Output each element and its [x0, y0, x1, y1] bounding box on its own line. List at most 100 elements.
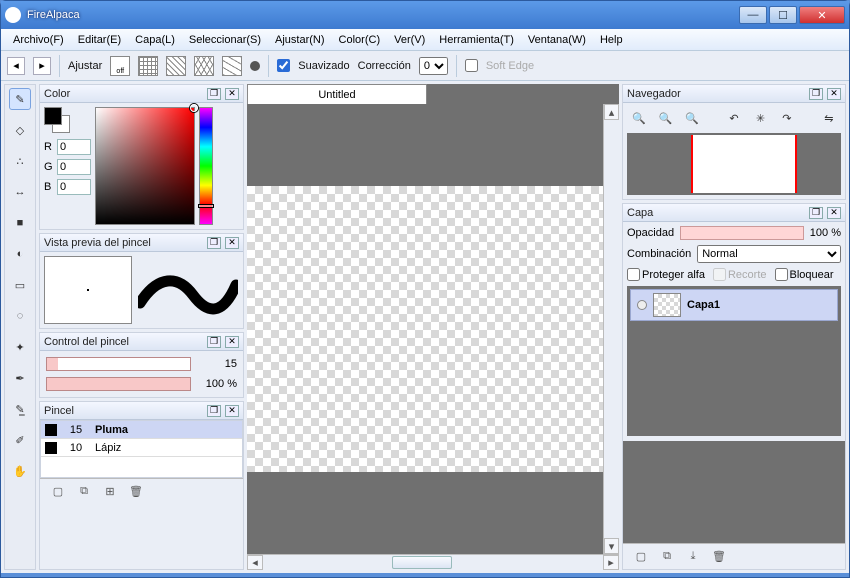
- tool-eraser[interactable]: ◇: [9, 119, 31, 141]
- layer-visibility-icon[interactable]: [637, 300, 647, 310]
- minimize-button[interactable]: —: [739, 6, 767, 24]
- canvas[interactable]: [247, 104, 603, 554]
- panel-bp-undock[interactable]: ❐: [207, 237, 221, 249]
- brush-opacity-slider[interactable]: [46, 377, 191, 391]
- brush-row[interactable]: 15 Pluma: [41, 421, 242, 439]
- color-field[interactable]: [95, 107, 195, 225]
- menu-view[interactable]: Ver(V): [388, 32, 431, 48]
- tool-select-rect[interactable]: ▭: [9, 274, 31, 296]
- menu-layer[interactable]: Capa(L): [129, 32, 181, 48]
- zoom-out-icon[interactable]: 🔍: [657, 109, 673, 127]
- rotate-reset-icon[interactable]: ✳: [752, 109, 768, 127]
- panel-bl-close[interactable]: ✕: [225, 405, 239, 417]
- menu-file[interactable]: Archivo(F): [7, 32, 70, 48]
- toolstrip: ✎ ◇ ∴ ↔ ■ ◐ ▭ ◌ ✦ ✒ ✎̲ ✐ ✋: [4, 84, 36, 570]
- panel-bc-undock[interactable]: ❐: [207, 336, 221, 348]
- snap-radial[interactable]: [222, 56, 242, 76]
- layer-dup-icon[interactable]: ⧉: [659, 549, 675, 565]
- fgbg-swatch[interactable]: [44, 107, 72, 133]
- rotate-ccw-icon[interactable]: ↶: [726, 109, 742, 127]
- snap-grid[interactable]: [138, 56, 158, 76]
- hscroll-thumb[interactable]: [392, 556, 452, 569]
- brush-size-slider[interactable]: [46, 357, 191, 371]
- layer-merge-icon[interactable]: ⤓: [685, 549, 701, 565]
- menu-adjust[interactable]: Ajustar(N): [269, 32, 331, 48]
- panel-bp-close[interactable]: ✕: [225, 237, 239, 249]
- tool-wand[interactable]: ✦: [9, 336, 31, 358]
- blend-select[interactable]: Normal: [697, 245, 841, 263]
- layer-delete-icon[interactable]: 🗑: [711, 549, 727, 565]
- brush-delete-icon[interactable]: 🗑: [128, 484, 144, 500]
- panel-brush-control-title: Control del pincel: [44, 336, 203, 348]
- brush-add-icon[interactable]: ⊞: [102, 484, 118, 500]
- vertical-scrollbar[interactable]: ▴ ▾: [603, 104, 619, 554]
- brush-dup-icon[interactable]: ⧉: [76, 484, 92, 500]
- brush-row[interactable]: 10 Lápiz: [41, 439, 242, 457]
- blend-label: Combinación: [627, 248, 691, 260]
- scroll-right-icon[interactable]: ▸: [603, 555, 619, 570]
- tool-brush[interactable]: ✎: [9, 88, 31, 110]
- tool-shape[interactable]: ✎̲: [9, 398, 31, 420]
- prev-button[interactable]: ◂: [7, 57, 25, 75]
- r-input[interactable]: [57, 139, 91, 155]
- menu-window[interactable]: Ventana(W): [522, 32, 592, 48]
- panel-nav-undock[interactable]: ❐: [809, 88, 823, 100]
- b-input[interactable]: [57, 179, 91, 195]
- panel-color-close[interactable]: ✕: [225, 88, 239, 100]
- window-title: FireAlpaca: [27, 9, 739, 21]
- scroll-down-icon[interactable]: ▾: [604, 538, 619, 554]
- tool-select-lasso[interactable]: ◌: [9, 305, 31, 327]
- panel-color-undock[interactable]: ❐: [207, 88, 221, 100]
- tool-gradient[interactable]: ◐: [9, 243, 31, 265]
- layer-list[interactable]: Capa1: [627, 286, 841, 436]
- hue-slider[interactable]: [199, 107, 213, 225]
- menu-color[interactable]: Color(C): [333, 32, 387, 48]
- tool-move[interactable]: ↔: [9, 181, 31, 203]
- menu-edit[interactable]: Editar(E): [72, 32, 127, 48]
- zoom-in-icon[interactable]: 🔍: [631, 109, 647, 127]
- next-button[interactable]: ▸: [33, 57, 51, 75]
- tool-pen[interactable]: ✒: [9, 367, 31, 389]
- tool-fill[interactable]: ■: [9, 212, 31, 234]
- snap-off[interactable]: off: [110, 56, 130, 76]
- tool-hand[interactable]: ✋: [9, 460, 31, 482]
- horizontal-scrollbar[interactable]: ◂ ▸: [247, 554, 619, 570]
- panel-layer-undock[interactable]: ❐: [809, 207, 823, 219]
- close-button[interactable]: ✕: [799, 6, 845, 24]
- snap-diag[interactable]: [166, 56, 186, 76]
- lock-checkbox[interactable]: Bloquear: [775, 268, 834, 281]
- snap-dot[interactable]: [250, 61, 260, 71]
- fg-color[interactable]: [44, 107, 62, 125]
- zoom-fit-icon[interactable]: 🔍: [684, 109, 700, 127]
- layer-item[interactable]: Capa1: [630, 289, 838, 321]
- g-input[interactable]: [57, 159, 91, 175]
- panel-bl-undock[interactable]: ❐: [207, 405, 221, 417]
- document-tab-title: Untitled: [318, 89, 355, 101]
- scroll-up-icon[interactable]: ▴: [604, 104, 619, 120]
- tool-dots[interactable]: ∴: [9, 150, 31, 172]
- menu-tool[interactable]: Herramienta(T): [433, 32, 520, 48]
- layer-thumb: [653, 293, 681, 317]
- rotate-cw-icon[interactable]: ↷: [779, 109, 795, 127]
- clip-checkbox[interactable]: Recorte: [713, 268, 767, 281]
- document-tab[interactable]: Untitled: [247, 84, 427, 104]
- panel-bc-close[interactable]: ✕: [225, 336, 239, 348]
- scroll-left-icon[interactable]: ◂: [247, 555, 263, 570]
- brush-list[interactable]: 15 Pluma 10 Lápiz: [40, 420, 243, 478]
- smoothing-checkbox[interactable]: [277, 59, 290, 72]
- panel-nav-close[interactable]: ✕: [827, 88, 841, 100]
- snap-iso[interactable]: [194, 56, 214, 76]
- navigator-preview[interactable]: [627, 133, 841, 195]
- menu-select[interactable]: Seleccionar(S): [183, 32, 267, 48]
- correction-select[interactable]: 0: [419, 57, 448, 75]
- panel-layer-close[interactable]: ✕: [827, 207, 841, 219]
- softedge-checkbox[interactable]: [465, 59, 478, 72]
- tool-eyedropper[interactable]: ✐: [9, 429, 31, 451]
- layer-new-icon[interactable]: ▢: [633, 549, 649, 565]
- protect-alpha-checkbox[interactable]: Proteger alfa: [627, 268, 705, 281]
- menu-help[interactable]: Help: [594, 32, 629, 48]
- flip-icon[interactable]: ⇋: [821, 109, 837, 127]
- maximize-button[interactable]: ☐: [769, 6, 797, 24]
- brush-new-icon[interactable]: ▢: [50, 484, 66, 500]
- layer-opacity-slider[interactable]: [680, 226, 804, 240]
